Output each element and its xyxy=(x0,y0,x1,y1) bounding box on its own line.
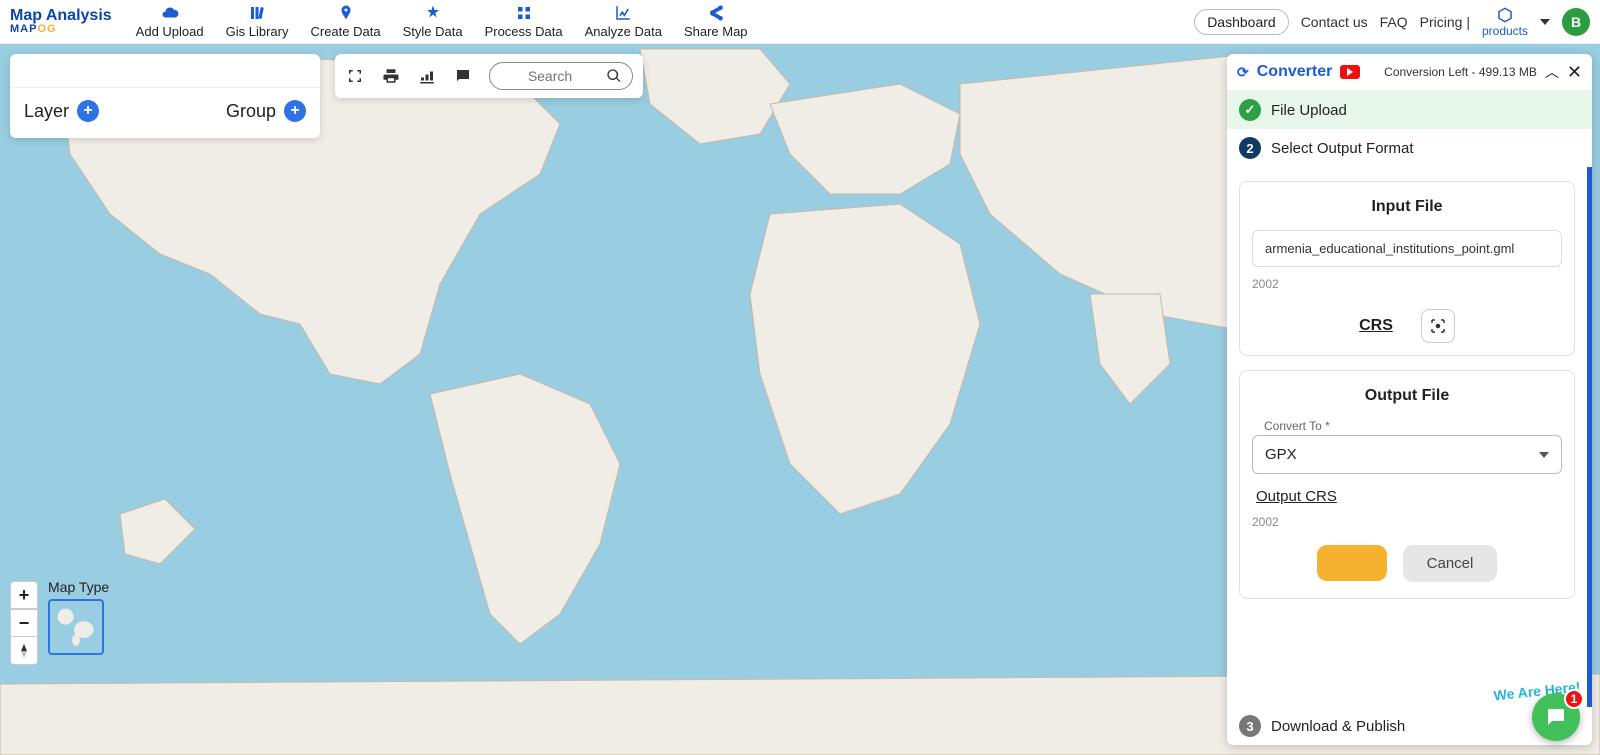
contact-link[interactable]: Contact us xyxy=(1301,14,1368,30)
conversion-quota: Conversion Left - 499.13 MB xyxy=(1384,65,1537,79)
topbar-right: Dashboard Contact us FAQ Pricing | produ… xyxy=(1194,6,1590,38)
check-icon: ✓ xyxy=(1239,99,1261,121)
converter-header: ⟳ Converter Conversion Left - 499.13 MB … xyxy=(1227,54,1592,91)
input-file-card: Input File armenia_educational_instituti… xyxy=(1239,181,1575,356)
zoom-out-button[interactable]: − xyxy=(10,609,38,637)
scan-icon xyxy=(1429,317,1447,335)
convert-to-select[interactable]: GPX xyxy=(1252,435,1562,474)
step-file-upload[interactable]: ✓ File Upload xyxy=(1227,91,1592,129)
output-crs-link[interactable]: Output CRS xyxy=(1256,488,1558,505)
input-crs-code: 2002 xyxy=(1252,277,1562,291)
input-heading: Input File xyxy=(1252,198,1562,216)
layer-panel-header xyxy=(10,54,320,88)
refresh-icon[interactable]: ⟳ xyxy=(1237,64,1249,81)
crs-link[interactable]: CRS xyxy=(1359,317,1393,335)
map-type-thumbnail[interactable] xyxy=(48,599,104,655)
convert-to-value: GPX xyxy=(1265,446,1297,463)
products-menu[interactable]: products xyxy=(1482,6,1528,38)
converter-title: Converter xyxy=(1257,63,1333,81)
measure-icon[interactable] xyxy=(417,66,437,86)
share-icon xyxy=(707,4,725,22)
group-control: Group + xyxy=(226,100,306,122)
nav-analyze-data[interactable]: Analyze Data xyxy=(585,4,662,39)
analyze-icon xyxy=(614,4,632,22)
main-nav: Add Upload Gis Library Create Data Style Da… xyxy=(136,4,748,39)
zoom-in-button[interactable]: + xyxy=(10,581,38,609)
converter-panel: ⟳ Converter Conversion Left - 499.13 MB … xyxy=(1227,54,1592,745)
chat-widget: We Are Here! 1 xyxy=(1532,693,1580,741)
add-layer-button[interactable]: + xyxy=(77,100,99,122)
crs-detect-button[interactable] xyxy=(1421,309,1455,343)
faq-link[interactable]: FAQ xyxy=(1380,14,1408,30)
step-2-badge: 2 xyxy=(1239,137,1261,159)
search-icon xyxy=(606,68,622,84)
comment-icon[interactable] xyxy=(453,66,473,86)
chat-icon xyxy=(1544,705,1568,729)
collapse-icon[interactable]: ︿ xyxy=(1545,62,1559,82)
dashboard-button[interactable]: Dashboard xyxy=(1194,9,1289,35)
input-filename[interactable]: armenia_educational_institutions_point.g… xyxy=(1252,230,1562,267)
convert-button[interactable] xyxy=(1317,545,1387,581)
zoom-controls: + − xyxy=(10,581,38,665)
converter-buttons: Cancel xyxy=(1252,545,1562,582)
compass-icon xyxy=(18,644,30,658)
nav-share-map[interactable]: Share Map xyxy=(684,4,748,39)
focus-icon[interactable] xyxy=(345,66,365,86)
chevron-down-icon xyxy=(1539,452,1549,458)
youtube-icon[interactable] xyxy=(1340,65,1360,79)
cancel-button[interactable]: Cancel xyxy=(1403,545,1498,582)
nav-process-data[interactable]: Process Data xyxy=(485,4,563,39)
search-input[interactable] xyxy=(500,67,600,85)
map-toolbar xyxy=(335,54,643,98)
pin-icon xyxy=(337,4,355,22)
layer-label: Layer xyxy=(24,101,69,122)
nav-gis-library[interactable]: Gis Library xyxy=(226,4,289,39)
layer-panel: Layer + Group + xyxy=(10,54,320,138)
print-icon[interactable] xyxy=(381,66,401,86)
nav-create-data[interactable]: Create Data xyxy=(310,4,380,39)
step-2-label: Select Output Format xyxy=(1271,140,1414,157)
pricing-link[interactable]: Pricing | xyxy=(1420,14,1470,30)
group-label: Group xyxy=(226,101,276,122)
chat-badge: 1 xyxy=(1564,689,1584,709)
brand[interactable]: Map Analysis MAPOG xyxy=(10,8,120,35)
library-icon xyxy=(248,4,266,22)
map-type-label: Map Type xyxy=(48,579,109,595)
convert-to-label: Convert To * xyxy=(1264,419,1562,433)
step-output-format[interactable]: 2 Select Output Format xyxy=(1227,129,1592,167)
step-3-badge: 3 xyxy=(1239,715,1261,737)
cube-icon xyxy=(1496,6,1514,24)
chevron-down-icon[interactable] xyxy=(1540,19,1550,25)
chat-button[interactable]: 1 xyxy=(1532,693,1580,741)
map-type-selector: Map Type xyxy=(48,579,109,655)
add-group-button[interactable]: + xyxy=(284,100,306,122)
brand-title: Map Analysis xyxy=(10,8,112,24)
style-icon xyxy=(424,4,442,22)
step-3-label: Download & Publish xyxy=(1271,718,1405,735)
nav-style-data[interactable]: Style Data xyxy=(403,4,463,39)
converter-body: Input File armenia_educational_instituti… xyxy=(1227,167,1592,707)
output-heading: Output File xyxy=(1252,387,1562,405)
close-icon[interactable]: ✕ xyxy=(1567,63,1582,81)
user-avatar[interactable]: B xyxy=(1562,8,1590,36)
search-box[interactable] xyxy=(489,62,633,90)
topbar: Map Analysis MAPOG Add Upload Gis Library… xyxy=(0,0,1600,44)
nav-add-upload[interactable]: Add Upload xyxy=(136,4,204,39)
cloud-icon xyxy=(161,4,179,22)
output-crs-code: 2002 xyxy=(1252,515,1562,529)
step-1-label: File Upload xyxy=(1271,102,1347,119)
layer-panel-row: Layer + Group + xyxy=(10,88,320,134)
output-file-card: Output File Convert To * GPX Output CRS … xyxy=(1239,370,1575,599)
reset-bearing-button[interactable] xyxy=(10,637,38,665)
process-icon xyxy=(515,4,533,22)
map-stage: Layer + Group + + − Map Type xyxy=(0,44,1600,755)
brand-subtitle: MAPOG xyxy=(10,24,112,35)
layer-control: Layer + xyxy=(24,100,99,122)
